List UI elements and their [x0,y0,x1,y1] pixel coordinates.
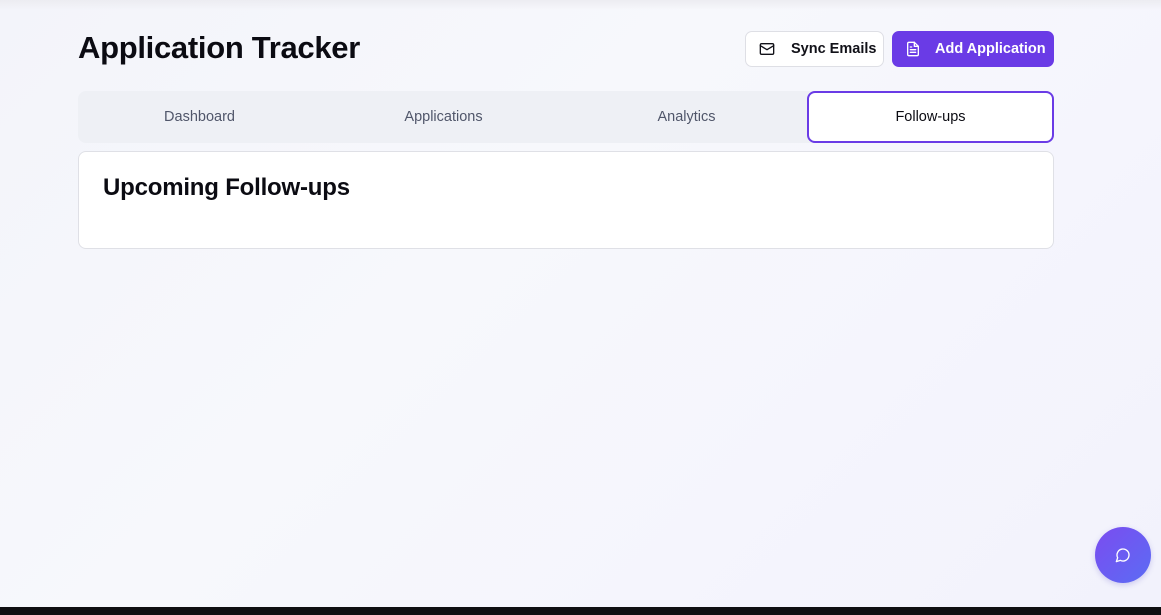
tab-applications[interactable]: Applications [322,91,565,143]
chat-button[interactable] [1095,527,1151,583]
chat-bubble-icon [1115,547,1131,563]
sync-emails-label: Sync Emails [791,41,877,57]
document-icon [905,41,921,57]
add-application-label: Add Application [935,41,1046,57]
tab-bar: Dashboard Applications Analytics Follow-… [78,91,1054,143]
add-application-button[interactable]: Add Application [892,31,1054,67]
top-shadow [0,0,1161,10]
mail-icon [759,41,775,57]
page-title: Application Tracker [78,30,361,65]
bottom-bar [0,607,1161,615]
card-title: Upcoming Follow-ups [103,174,350,201]
sync-emails-button[interactable]: Sync Emails [745,31,884,67]
tab-follow-ups[interactable]: Follow-ups [807,91,1054,143]
upcoming-follow-ups-card: Upcoming Follow-ups [78,151,1054,249]
tab-analytics[interactable]: Analytics [565,91,808,143]
tab-dashboard[interactable]: Dashboard [78,91,321,143]
